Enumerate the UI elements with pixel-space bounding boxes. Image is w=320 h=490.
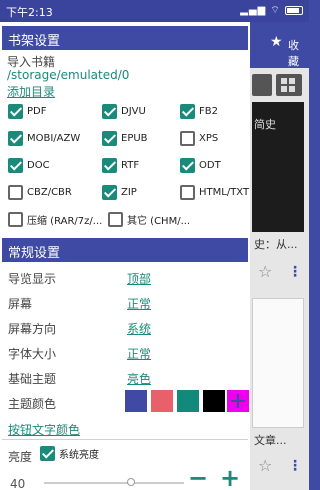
- shelf-settings-header: 书架设置: [2, 26, 248, 50]
- setting-value-orientation[interactable]: 系统: [127, 320, 151, 337]
- checkbox-icon[interactable]: [102, 185, 117, 200]
- signal-wifi-icon: ▂▄▆ ⌔: [240, 5, 281, 16]
- brightness-minus-button[interactable]: −: [188, 466, 208, 490]
- checkbox-icon[interactable]: [102, 131, 117, 146]
- format-checkbox-xps[interactable]: XPS: [180, 131, 218, 146]
- checkbox-icon[interactable]: [180, 158, 195, 173]
- checkbox-icon[interactable]: [180, 104, 195, 119]
- checkbox-icon[interactable]: [8, 158, 23, 173]
- format-label: EPUB: [121, 133, 148, 144]
- settings-dialog: 书架设置 导入书籍 /storage/emulated/0 添加目录 PDF D…: [0, 22, 250, 490]
- book-1-star-icon[interactable]: ☆: [258, 262, 272, 281]
- format-checkbox-mobi[interactable]: MOBI/AZW: [8, 131, 80, 146]
- format-checkbox-doc[interactable]: DOC: [8, 158, 50, 173]
- format-label: PDF: [27, 106, 47, 117]
- setting-label-font-size: 字体大小: [8, 347, 57, 361]
- book-2-more-icon[interactable]: ⋮: [288, 458, 302, 474]
- format-label: ZIP: [121, 187, 137, 198]
- setting-value-screen[interactable]: 正常: [127, 295, 151, 312]
- setting-value-font-size[interactable]: 正常: [127, 345, 151, 362]
- checkbox-icon[interactable]: [102, 158, 117, 173]
- book-cover-2[interactable]: [252, 298, 304, 428]
- format-checkbox-odt[interactable]: ODT: [180, 158, 221, 173]
- checkbox-icon[interactable]: [180, 131, 195, 146]
- book-1-more-icon[interactable]: ⋮: [288, 264, 302, 280]
- grid-view-icon[interactable]: [276, 74, 302, 96]
- setting-label-screen: 屏幕: [8, 297, 33, 311]
- checkbox-icon[interactable]: [8, 185, 23, 200]
- format-label: 其它 (CHM/...: [127, 216, 191, 227]
- refresh-icon[interactable]: [252, 74, 272, 96]
- brightness-value: 40: [10, 477, 26, 490]
- setting-label-nav: 导览显示: [8, 272, 57, 286]
- battery-icon: [285, 5, 303, 15]
- theme-color-swatch-4[interactable]: [203, 390, 225, 412]
- checkbox-icon[interactable]: [108, 212, 123, 227]
- system-brightness-label: 系统亮度: [59, 450, 99, 461]
- format-label: DJVU: [121, 106, 146, 117]
- format-checkbox-pdf[interactable]: PDF: [8, 104, 46, 119]
- checkbox-icon[interactable]: [40, 446, 55, 461]
- status-bar: 下午2:13 ▂▄▆ ⌔: [0, 0, 309, 22]
- format-checkbox-archives[interactable]: 压缩 (RAR/7z/...: [8, 212, 102, 227]
- format-label: MOBI/AZW: [27, 133, 81, 144]
- format-checkbox-cbz[interactable]: CBZ/CBR: [8, 185, 72, 200]
- status-icons: ▂▄▆ ⌔: [240, 4, 303, 17]
- brightness-slider-thumb[interactable]: [126, 478, 135, 486]
- setting-value-nav[interactable]: 顶部: [127, 270, 151, 287]
- format-label: CBZ/CBR: [27, 187, 72, 198]
- book-cover-1-title: 简史: [254, 118, 276, 131]
- format-label: HTML/TXT: [199, 187, 250, 198]
- setting-label-orientation: 屏幕方向: [8, 322, 57, 336]
- setting-value-base-theme[interactable]: 亮色: [127, 370, 151, 387]
- checkbox-icon[interactable]: [102, 104, 117, 119]
- status-time: 下午2:13: [6, 6, 53, 19]
- format-checkbox-zip[interactable]: ZIP: [102, 185, 137, 200]
- format-label: ODT: [199, 160, 221, 171]
- format-checkbox-epub[interactable]: EPUB: [102, 131, 148, 146]
- checkbox-icon[interactable]: [180, 185, 195, 200]
- favorites-label[interactable]: 收藏: [288, 37, 309, 69]
- format-label: DOC: [27, 160, 50, 171]
- brightness-label: 亮度: [8, 450, 33, 464]
- background-toolbar: ★ 收藏: [250, 22, 309, 68]
- book-cover-1[interactable]: 简史: [252, 102, 304, 232]
- format-checkbox-html-txt[interactable]: HTML/TXT: [180, 185, 249, 200]
- book-caption-2: 文章...: [254, 434, 287, 447]
- add-directory-link[interactable]: 添加目录: [7, 83, 55, 100]
- theme-color-swatch-3[interactable]: [177, 390, 199, 412]
- brightness-slider[interactable]: [44, 482, 184, 484]
- system-brightness-checkbox[interactable]: 系统亮度: [40, 446, 99, 461]
- book-2-star-icon[interactable]: ☆: [258, 456, 272, 475]
- divider: [2, 439, 248, 440]
- checkbox-icon[interactable]: [8, 104, 23, 119]
- setting-label-base-theme: 基础主题: [8, 372, 57, 386]
- format-label: FB2: [199, 106, 218, 117]
- format-label: 压缩 (RAR/7z/...: [27, 216, 103, 227]
- format-checkbox-fb2[interactable]: FB2: [180, 104, 218, 119]
- button-text-color-link[interactable]: 按钮文字颜色: [8, 421, 80, 438]
- import-path[interactable]: /storage/emulated/0: [7, 68, 129, 82]
- book-caption-1: 史：从...: [254, 238, 298, 251]
- general-settings-header: 常规设置: [2, 238, 248, 262]
- checkbox-icon[interactable]: [8, 212, 23, 227]
- theme-color-swatch-1[interactable]: [125, 390, 147, 412]
- theme-color-label: 主题颜色: [8, 397, 57, 411]
- favorites-star-icon[interactable]: ★: [270, 34, 283, 50]
- brightness-plus-button[interactable]: +: [220, 466, 240, 490]
- theme-color-swatch-2[interactable]: [151, 390, 173, 412]
- format-label: RTF: [121, 160, 140, 171]
- checkbox-icon[interactable]: [8, 131, 23, 146]
- add-color-icon[interactable]: [227, 390, 249, 412]
- format-checkbox-rtf[interactable]: RTF: [102, 158, 139, 173]
- format-checkbox-other[interactable]: 其它 (CHM/...: [108, 212, 190, 227]
- format-label: XPS: [199, 133, 219, 144]
- format-checkbox-djvu[interactable]: DJVU: [102, 104, 146, 119]
